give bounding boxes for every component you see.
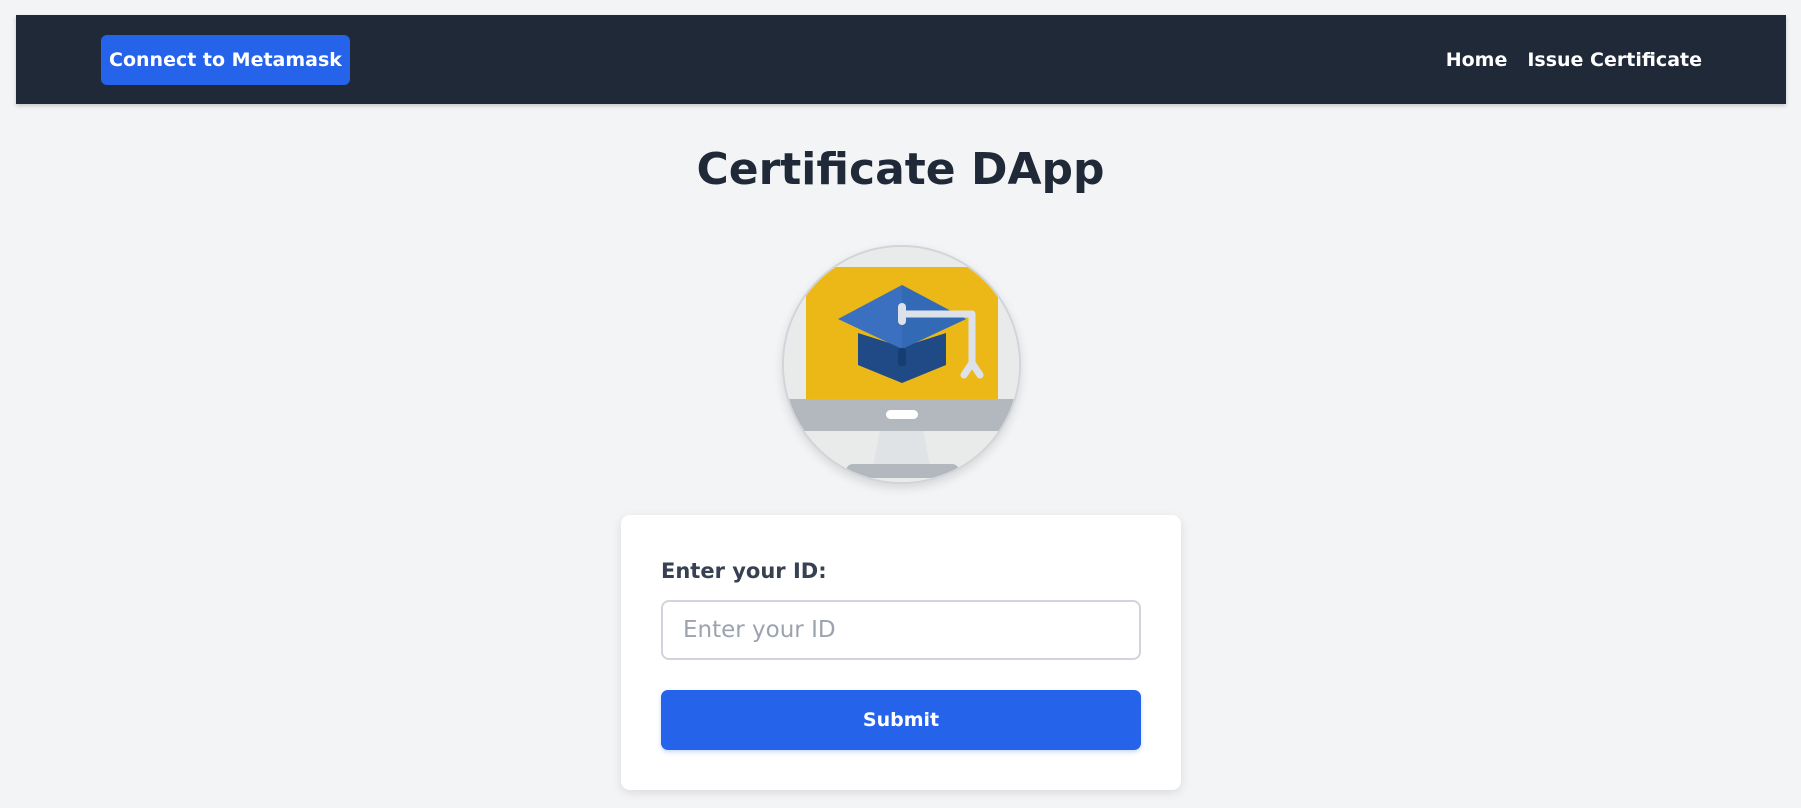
app-logo (782, 245, 1021, 484)
graduation-cap-monitor-icon (784, 247, 1019, 482)
nav-link-home[interactable]: Home (1446, 49, 1508, 71)
page-title: Certificate DApp (696, 144, 1105, 195)
id-input[interactable] (661, 600, 1141, 660)
nav-link-issue-certificate[interactable]: Issue Certificate (1527, 49, 1702, 71)
connect-metamask-button[interactable]: Connect to Metamask (101, 35, 350, 85)
nav-links: Home Issue Certificate (1446, 15, 1702, 104)
id-field-label: Enter your ID: (661, 559, 827, 583)
submit-button[interactable]: Submit (661, 690, 1141, 750)
id-form-card: Enter your ID: Submit (621, 515, 1181, 790)
top-navbar: Connect to Metamask Home Issue Certifica… (16, 15, 1786, 104)
